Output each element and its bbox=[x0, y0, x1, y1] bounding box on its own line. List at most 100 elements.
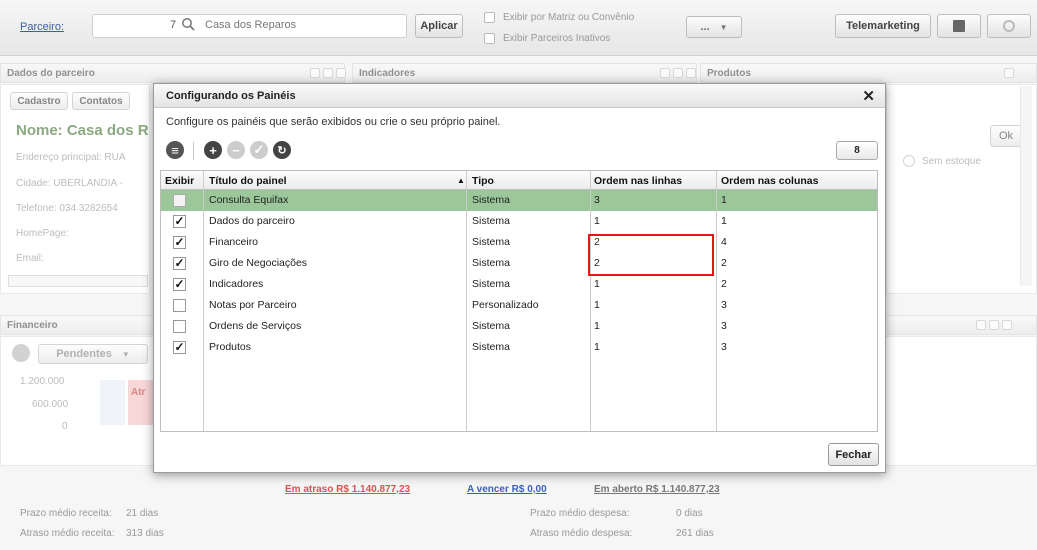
exibir-checkbox[interactable]: ✓ bbox=[173, 257, 186, 270]
col-titulo[interactable]: Título do painel bbox=[209, 175, 287, 187]
a-vencer-link[interactable]: A vencer R$ 0,00 bbox=[467, 484, 547, 495]
separator bbox=[193, 142, 194, 160]
row-ordem-linhas: 1 bbox=[594, 299, 600, 311]
col-ordem-colunas[interactable]: Ordem nas colunas bbox=[721, 175, 818, 187]
search-icon[interactable] bbox=[181, 17, 195, 31]
table-row[interactable]: ✓ Giro de Negociações Sistema 2 2 bbox=[161, 253, 877, 274]
add-icon[interactable]: + bbox=[204, 141, 222, 159]
prazo-receita-label: Prazo médio receita: bbox=[20, 508, 112, 519]
sort-up-icon[interactable]: ▲ bbox=[457, 176, 465, 185]
table-row[interactable]: ✓ Indicadores Sistema 1 2 bbox=[161, 274, 877, 295]
table-row[interactable]: Consulta Equifax Sistema 3 1 bbox=[161, 190, 877, 211]
matriz-checkbox[interactable] bbox=[484, 12, 495, 23]
em-atraso-link[interactable]: Em atraso R$ 1.140.877,23 bbox=[285, 484, 410, 495]
row-ordem-colunas: 3 bbox=[721, 299, 727, 311]
atraso-despesa-value: 261 dias bbox=[676, 528, 714, 539]
row-titulo: Giro de Negociações bbox=[209, 257, 308, 269]
configure-panels-dialog: Configurando os Painéis ✕ Configure os p… bbox=[153, 83, 886, 473]
row-tipo: Personalizado bbox=[472, 299, 539, 311]
row-ordem-colunas: 3 bbox=[721, 320, 727, 332]
telemarketing-button[interactable]: Telemarketing bbox=[835, 14, 931, 38]
row-ordem-colunas: 1 bbox=[721, 194, 727, 206]
inativos-label: Exibir Parceiros Inativos bbox=[503, 33, 611, 44]
row-tipo: Sistema bbox=[472, 278, 510, 290]
remove-icon[interactable]: − bbox=[227, 141, 245, 159]
row-ordem-linhas: 1 bbox=[594, 278, 600, 290]
fechar-button[interactable]: Fechar bbox=[828, 443, 879, 466]
matriz-label: Exibir por Matriz ou Convênio bbox=[503, 12, 635, 23]
row-tipo: Sistema bbox=[472, 194, 510, 206]
row-titulo: Notas por Parceiro bbox=[209, 299, 297, 311]
table-row[interactable]: Notas por Parceiro Personalizado 1 3 bbox=[161, 295, 877, 316]
floppy-icon bbox=[953, 20, 965, 32]
row-titulo: Financeiro bbox=[209, 236, 259, 248]
row-tipo: Sistema bbox=[472, 341, 510, 353]
table-row[interactable]: ✓ Financeiro Sistema 2 4 bbox=[161, 232, 877, 253]
gear-icon bbox=[1003, 20, 1015, 32]
row-titulo: Dados do parceiro bbox=[209, 215, 295, 227]
grid-header: Exibir Título do painel ▲ Tipo Ordem nas… bbox=[161, 171, 877, 190]
prazo-despesa-value: 0 dias bbox=[676, 508, 703, 519]
exibir-checkbox[interactable] bbox=[173, 299, 186, 312]
row-ordem-colunas: 4 bbox=[721, 236, 727, 248]
row-ordem-colunas: 2 bbox=[721, 278, 727, 290]
inativos-checkbox[interactable] bbox=[484, 33, 495, 44]
highlight-box bbox=[588, 234, 714, 276]
row-titulo: Consulta Equifax bbox=[209, 194, 289, 206]
parceiro-label[interactable]: Parceiro: bbox=[20, 21, 64, 33]
row-tipo: Sistema bbox=[472, 320, 510, 332]
atraso-receita-value: 313 dias bbox=[126, 528, 164, 539]
table-row[interactable]: Ordens de Serviços Sistema 1 3 bbox=[161, 316, 877, 337]
col-tipo[interactable]: Tipo bbox=[472, 175, 494, 187]
refresh-icon[interactable]: ↻ bbox=[273, 141, 291, 159]
dialog-title: Configurando os Painéis bbox=[154, 84, 885, 108]
row-ordem-linhas: 1 bbox=[594, 215, 600, 227]
row-titulo: Ordens de Serviços bbox=[209, 320, 302, 332]
row-ordem-linhas: 1 bbox=[594, 341, 600, 353]
more-dropdown[interactable]: ... ▼ bbox=[686, 16, 742, 38]
save-button[interactable] bbox=[937, 14, 981, 38]
atraso-despesa-label: Atraso médio despesa: bbox=[530, 528, 633, 539]
atraso-receita-label: Atraso médio receita: bbox=[20, 528, 115, 539]
exibir-checkbox[interactable] bbox=[173, 194, 186, 207]
toolbar: Parceiro: 7 Casa dos Reparos Aplicar Exi… bbox=[0, 0, 1037, 56]
em-aberto-link[interactable]: Em aberto R$ 1.140.877,23 bbox=[594, 484, 720, 495]
exibir-checkbox[interactable]: ✓ bbox=[173, 278, 186, 291]
exibir-checkbox[interactable]: ✓ bbox=[173, 236, 186, 249]
exibir-checkbox[interactable] bbox=[173, 320, 186, 333]
row-tipo: Sistema bbox=[472, 257, 510, 269]
col-divider bbox=[716, 171, 717, 431]
dialog-description: Configure os painéis que serão exibidos … bbox=[166, 116, 501, 128]
apply-button[interactable]: Aplicar bbox=[415, 14, 463, 38]
more-label: ... bbox=[700, 21, 710, 33]
table-row[interactable]: ✓ Produtos Sistema 1 3 bbox=[161, 337, 877, 358]
row-ordem-colunas: 2 bbox=[721, 257, 727, 269]
chevron-down-icon: ▼ bbox=[719, 22, 728, 32]
close-icon[interactable]: ✕ bbox=[862, 87, 875, 105]
col-exibir[interactable]: Exibir bbox=[165, 175, 194, 187]
table-row[interactable]: ✓ Dados do parceiro Sistema 1 1 bbox=[161, 211, 877, 232]
settings-button[interactable] bbox=[987, 14, 1031, 38]
row-tipo: Sistema bbox=[472, 236, 510, 248]
row-tipo: Sistema bbox=[472, 215, 510, 227]
prazo-receita-value: 21 dias bbox=[126, 508, 159, 519]
col-divider bbox=[466, 171, 467, 431]
parceiro-name[interactable]: Casa dos Reparos bbox=[205, 19, 296, 31]
check-icon[interactable]: ✓ bbox=[250, 141, 268, 159]
row-ordem-linhas: 3 bbox=[594, 194, 600, 206]
prazo-despesa-label: Prazo médio despesa: bbox=[530, 508, 630, 519]
list-icon[interactable]: ≡ bbox=[166, 141, 184, 159]
exibir-checkbox[interactable]: ✓ bbox=[173, 341, 186, 354]
row-ordem-colunas: 3 bbox=[721, 341, 727, 353]
parceiro-code[interactable]: 7 bbox=[170, 19, 176, 31]
row-ordem-colunas: 1 bbox=[721, 215, 727, 227]
col-divider bbox=[590, 171, 591, 431]
row-ordem-linhas: 1 bbox=[594, 320, 600, 332]
exibir-checkbox[interactable]: ✓ bbox=[173, 215, 186, 228]
panels-grid: Exibir Título do painel ▲ Tipo Ordem nas… bbox=[160, 170, 878, 432]
row-titulo: Produtos bbox=[209, 341, 252, 353]
row-titulo: Indicadores bbox=[209, 278, 264, 290]
col-divider bbox=[203, 171, 204, 431]
panel-count[interactable]: 8 bbox=[836, 141, 878, 160]
col-ordem-linhas[interactable]: Ordem nas linhas bbox=[594, 175, 682, 187]
